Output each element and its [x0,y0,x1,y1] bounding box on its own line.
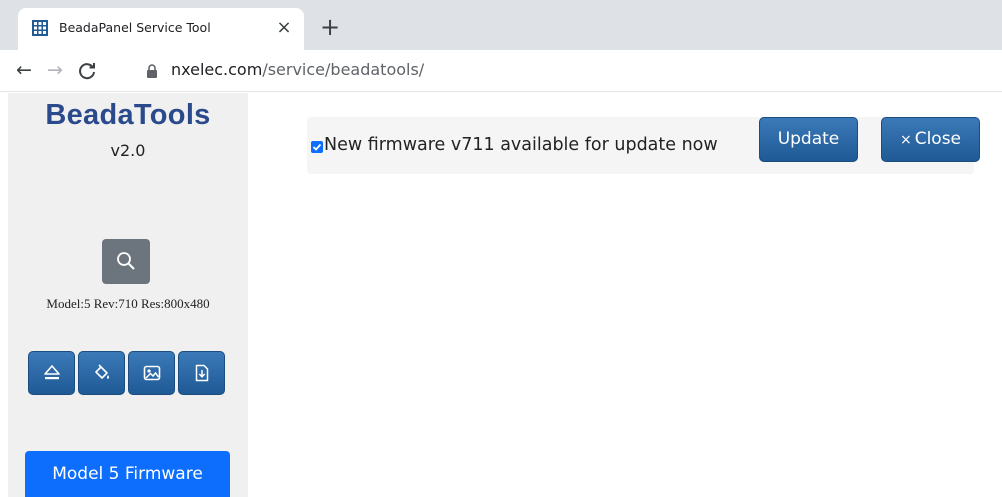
tab-title: BeadaPanel Service Tool [59,20,211,35]
firmware-update-notice: New firmware v711 available for update n… [307,117,980,174]
grid-favicon-icon [32,20,48,36]
model-firmware-button[interactable]: Model 5 Firmware [25,451,230,497]
search-device-button[interactable] [102,239,150,284]
browser-toolbar: ← → nxelec.com/service/beadatools/ [0,50,1002,92]
close-label: Close [914,129,962,149]
paint-bucket-button[interactable] [78,351,125,395]
image-icon [143,365,161,381]
tool-button-group [28,351,228,395]
browser-tabstrip: BeadaPanel Service Tool × + [0,0,1002,50]
checkmark-icon [312,143,322,151]
lock-icon [147,64,157,78]
eject-button[interactable] [28,351,75,395]
sidebar: BeadaTools v2.0 Model:5 Rev:710 Res:800x… [8,93,248,497]
back-arrow-icon[interactable]: ← [13,59,35,81]
url-text: nxelec.com/service/beadatools/ [171,60,424,79]
address-bar[interactable]: nxelec.com/service/beadatools/ [136,57,1002,85]
close-icon: × [899,132,912,148]
page-content: BeadaTools v2.0 Model:5 Rev:710 Res:800x… [0,93,1002,497]
app-title: BeadaTools [45,99,211,131]
paint-bucket-icon [95,364,109,379]
browser-tab[interactable]: BeadaPanel Service Tool × [18,8,304,50]
eject-icon [44,365,60,380]
model-info: Model:5 Rev:710 Res:800x480 [46,296,210,311]
update-button[interactable]: Update [759,117,858,162]
file-download-button[interactable] [178,351,225,395]
url-host: nxelec.com [171,60,263,79]
forward-arrow-icon[interactable]: → [44,59,66,81]
app-version: v2.0 [110,141,146,160]
image-button[interactable] [128,351,175,395]
url-path: /service/beadatools/ [262,60,425,79]
update-checkbox[interactable] [311,141,323,153]
search-icon [117,252,135,270]
close-button[interactable]: × Close [881,117,980,162]
notice-text: New firmware v711 available for update n… [324,135,718,155]
new-tab-icon[interactable]: + [318,15,342,40]
reload-icon[interactable] [76,60,98,82]
tab-close-icon[interactable]: × [274,18,294,38]
file-download-icon [195,364,209,382]
